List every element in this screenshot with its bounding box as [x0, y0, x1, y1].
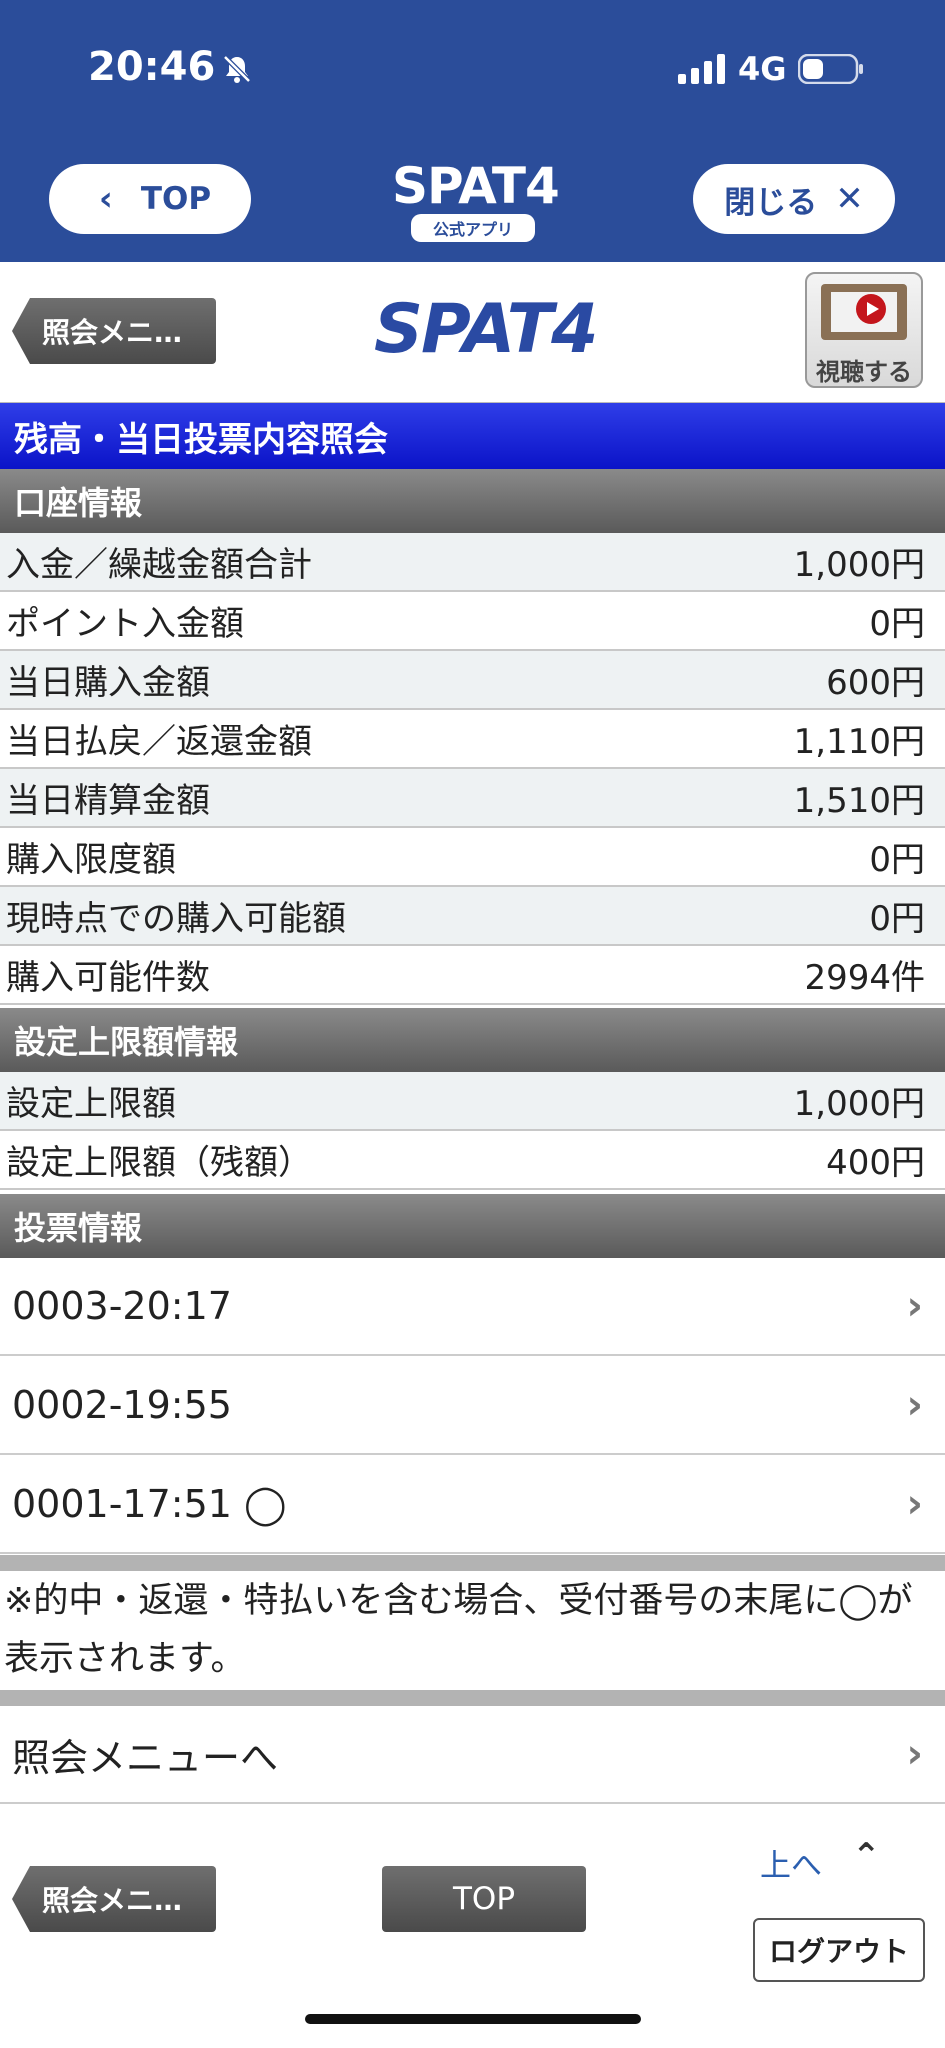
vote-item[interactable]: 0002-19:55 ›: [0, 1357, 945, 1455]
top-button-label: TOP: [140, 181, 212, 217]
row-label: 当日精算金額: [6, 781, 210, 821]
logout-button[interactable]: ログアウト: [753, 1918, 925, 1982]
chevron-right-icon: ›: [906, 1481, 923, 1527]
watch-label: 視聴する: [816, 358, 912, 386]
account-row: 現時点での購入可能額 0円: [0, 887, 945, 946]
result-note: ※的中・返還・特払いを含む場合、受付番号の末尾に◯が表示されます。: [4, 1581, 913, 1679]
home-indicator: [305, 2014, 641, 2024]
row-value: 600円: [826, 663, 925, 703]
chevron-right-icon: ›: [906, 1731, 923, 1777]
divider: [0, 1555, 945, 1571]
app-logo: SPAT4 公式アプリ: [392, 157, 560, 242]
row-value: 1,000円: [793, 545, 925, 585]
watch-button[interactable]: 視聴する: [805, 272, 923, 388]
scroll-up-link[interactable]: 上へ: [760, 1840, 822, 1885]
row-label: 購入限度額: [6, 840, 176, 880]
play-icon: [856, 294, 886, 324]
site-header: 照会メニ… SPAT4 視聴する: [0, 262, 945, 404]
footer-back-button[interactable]: 照会メニ…: [12, 1866, 216, 1932]
bell-muted-icon: [223, 55, 251, 83]
votes-section-header: 投票情報: [0, 1194, 945, 1258]
account-row: 購入限度額 0円: [0, 828, 945, 887]
close-icon: ✕: [835, 179, 864, 219]
vote-item-label: 0002-19:55: [12, 1383, 232, 1427]
battery-icon: [798, 54, 863, 84]
chevron-right-icon: ›: [906, 1382, 923, 1428]
status-time: 20:46: [88, 44, 216, 90]
row-value: 1,510円: [793, 781, 925, 821]
chevron-right-icon: ›: [906, 1283, 923, 1329]
vote-item-label: 0001-17:51 ◯: [12, 1482, 287, 1526]
account-section-header: 口座情報: [0, 469, 945, 533]
app-header: 20:46 4G ‹ TOP SPAT4 公式アプリ 閉じる ✕: [0, 0, 945, 262]
footer-top-button[interactable]: TOP: [382, 1866, 586, 1932]
close-button-label: 閉じる: [724, 184, 818, 221]
back-button-label: 照会メニ…: [42, 316, 183, 349]
limit-section-header: 設定上限額情報: [0, 1008, 945, 1072]
row-value: 0円: [869, 899, 925, 939]
account-row: 入金／繰越金額合計 1,000円: [0, 533, 945, 592]
row-label: 購入可能件数: [6, 958, 210, 998]
app-logo-text: SPAT4: [392, 157, 560, 215]
top-button[interactable]: ‹ TOP: [49, 164, 251, 234]
row-value: 0円: [869, 604, 925, 644]
row-label: ポイント入金額: [6, 604, 244, 644]
row-value: 1,000円: [793, 1084, 925, 1124]
account-row: 当日払戻／返還金額 1,110円: [0, 710, 945, 769]
page-title: 残高・当日投票内容照会: [0, 403, 945, 469]
row-value: 2994件: [804, 958, 925, 998]
vote-item[interactable]: 0003-20:17 ›: [0, 1258, 945, 1356]
spat4-logo: SPAT4: [374, 290, 598, 369]
app-logo-sub: 公式アプリ: [410, 214, 535, 242]
row-label: 入金／繰越金額合計: [6, 545, 312, 585]
account-row: ポイント入金額 0円: [0, 592, 945, 651]
inquiry-menu-link[interactable]: 照会メニューへ ›: [0, 1706, 945, 1804]
row-label: 設定上限額（残額）: [6, 1143, 312, 1183]
divider: [0, 1690, 945, 1706]
inquiry-menu-back-button[interactable]: 照会メニ…: [12, 298, 216, 364]
network-type: 4G: [738, 50, 787, 88]
account-row: 当日購入金額 600円: [0, 651, 945, 710]
row-label: 現時点での購入可能額: [6, 899, 346, 939]
vote-item[interactable]: 0001-17:51 ◯ ›: [0, 1456, 945, 1554]
inquiry-menu-link-label: 照会メニューへ: [12, 1735, 279, 1780]
chevron-left-icon: ‹: [98, 179, 113, 219]
row-label: 設定上限額: [6, 1084, 176, 1124]
row-label: 当日購入金額: [6, 663, 210, 703]
chevron-up-icon[interactable]: ⌃: [852, 1836, 881, 1876]
row-value: 1,110円: [793, 722, 925, 762]
row-value: 0円: [869, 840, 925, 880]
signal-icon: [678, 54, 725, 84]
row-value: 400円: [826, 1143, 925, 1183]
account-row: 購入可能件数 2994件: [0, 946, 945, 1005]
vote-item-label: 0003-20:17: [12, 1284, 232, 1328]
row-label: 当日払戻／返還金額: [6, 722, 312, 762]
close-button[interactable]: 閉じる ✕: [693, 164, 895, 234]
account-row: 当日精算金額 1,510円: [0, 769, 945, 828]
footer-back-label: 照会メニ…: [42, 1884, 183, 1917]
limit-row: 設定上限額 1,000円: [0, 1072, 945, 1131]
limit-row: 設定上限額（残額） 400円: [0, 1131, 945, 1190]
